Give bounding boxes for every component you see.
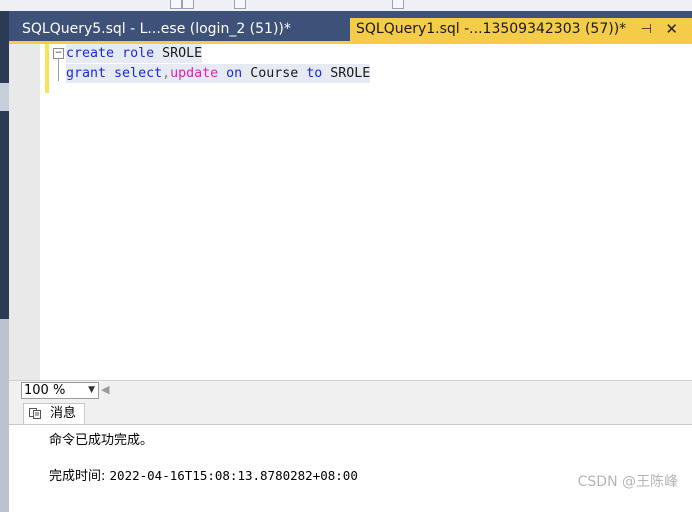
toolbar-button[interactable] (234, 0, 246, 9)
tab-label: 消息 (50, 406, 77, 421)
message-success: 命令已成功完成。 (49, 433, 154, 448)
code-keyword: select (114, 66, 163, 81)
zoom-bar: 100 % ▼ ◀ (9, 380, 692, 401)
document-tab-bar: SQLQuery5.sql - L...ese (login_2 (51))* … (9, 11, 692, 41)
scroll-left-icon[interactable]: ◀ (101, 383, 109, 396)
change-indicator (45, 44, 49, 93)
left-panel-strip (0, 11, 9, 512)
code-keyword: role (122, 46, 155, 61)
fold-guide (58, 59, 59, 81)
code-punctuation: , (162, 66, 171, 81)
messages-icon (29, 408, 41, 419)
code-line[interactable]: create role SROLE (66, 44, 203, 63)
code-keyword: grant (66, 66, 107, 81)
zoom-value: 100 % (24, 383, 66, 398)
toolbar-button[interactable] (392, 0, 404, 9)
left-panel-scroll[interactable] (0, 319, 9, 512)
code-line[interactable]: grant select,update on Course to SROLE (66, 64, 371, 83)
pin-icon[interactable]: ⊣ (641, 18, 652, 41)
query-editor[interactable]: − create role SROLE grant select,update … (9, 44, 692, 380)
code-identifier: SROLE (322, 66, 371, 81)
collapse-icon[interactable]: − (53, 48, 64, 59)
zoom-select[interactable]: 100 % ▼ (21, 382, 99, 399)
toolbar-button[interactable] (182, 0, 194, 9)
completion-time-label: 完成时间: (49, 469, 110, 484)
close-icon[interactable]: ✕ (665, 18, 678, 41)
code-keyword: to (306, 66, 323, 81)
tab-label: SQLQuery5.sql - L...ese (login_2 (51))* (22, 21, 291, 37)
tab-messages[interactable]: 消息 (23, 403, 85, 424)
left-panel-highlight (0, 83, 9, 111)
code-function-keyword: update (170, 66, 219, 81)
code-keyword: on (226, 66, 243, 81)
tab-sqlquery5[interactable]: SQLQuery5.sql - L...ese (login_2 (51))* (22, 18, 291, 41)
editor-gutter (9, 44, 40, 380)
completion-time-value: 2022-04-16T15:08:13.8780282+08:00 (109, 468, 358, 483)
code-identifier: Course (242, 66, 307, 81)
results-pane: 消息 命令已成功完成。 完成时间: 2022-04-16T15:08:13.87… (9, 401, 692, 501)
tab-sqlquery1[interactable]: SQLQuery1.sql -...13509342303 (57))* ⊣ ✕ (350, 18, 692, 41)
code-keyword: create (66, 46, 115, 61)
dropdown-arrow-icon[interactable]: ▼ (88, 383, 95, 398)
toolbar-button[interactable] (170, 0, 182, 9)
message-completion-time: 完成时间: 2022-04-16T15:08:13.8780282+08:00 (49, 465, 358, 484)
tab-label: SQLQuery1.sql -...13509342303 (57))* (356, 21, 627, 37)
code-identifier: SROLE (154, 46, 203, 61)
watermark: CSDN @王陈峰 (577, 474, 678, 490)
results-tab-row: 消息 (9, 401, 692, 425)
